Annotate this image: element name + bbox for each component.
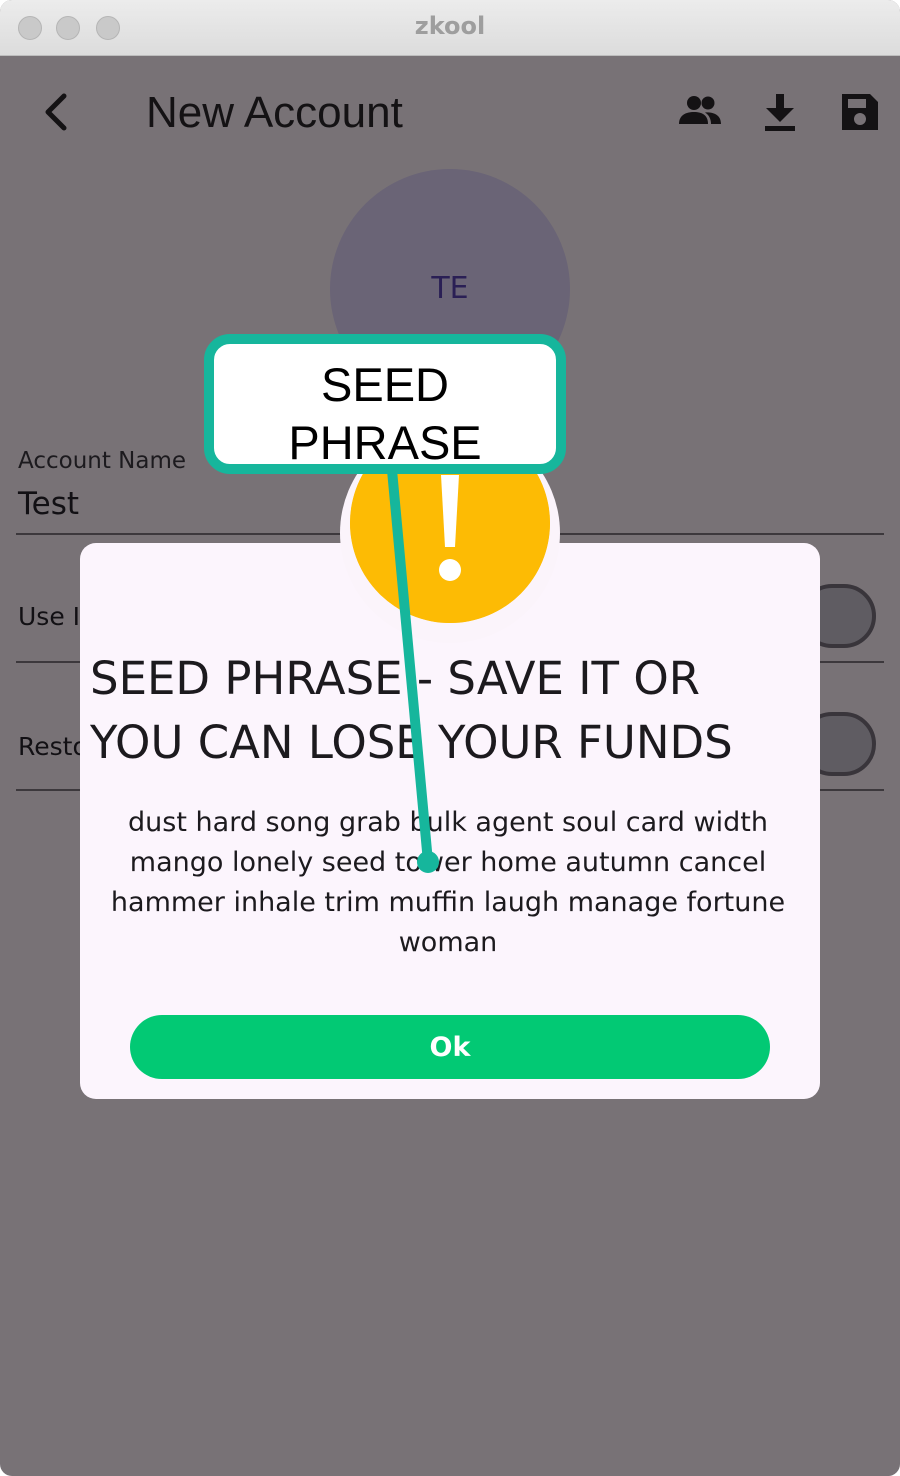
callout-line-1: SEED (321, 358, 449, 411)
page-title: New Account (146, 88, 403, 137)
option-row-1-label: Use I (18, 602, 81, 631)
back-arrow-icon[interactable] (34, 88, 82, 136)
option-row-2-label: Resto (18, 732, 88, 761)
app-window: zkool New Account TE Account Name Test U… (0, 0, 900, 1476)
ok-button[interactable]: Ok (130, 1015, 770, 1079)
avatar-initials: TE (431, 271, 469, 306)
annotation-callout: SEED PHRASE (204, 334, 566, 474)
account-name-label: Account Name (18, 448, 187, 474)
app-bar: New Account (0, 56, 900, 168)
save-icon[interactable] (834, 86, 886, 138)
download-icon[interactable] (754, 86, 806, 138)
contacts-icon[interactable] (674, 86, 726, 138)
dialog-title: SEED PHRASE - SAVE IT OR YOU CAN LOSE YO… (90, 652, 733, 769)
window-title: zkool (414, 12, 486, 40)
account-name-input[interactable]: Test (18, 486, 79, 522)
seed-phrase-text: dust hard song grab bulk agent soul card… (110, 807, 786, 958)
callout-line-2: PHRASE (288, 416, 482, 469)
title-bar: zkool (0, 0, 900, 56)
